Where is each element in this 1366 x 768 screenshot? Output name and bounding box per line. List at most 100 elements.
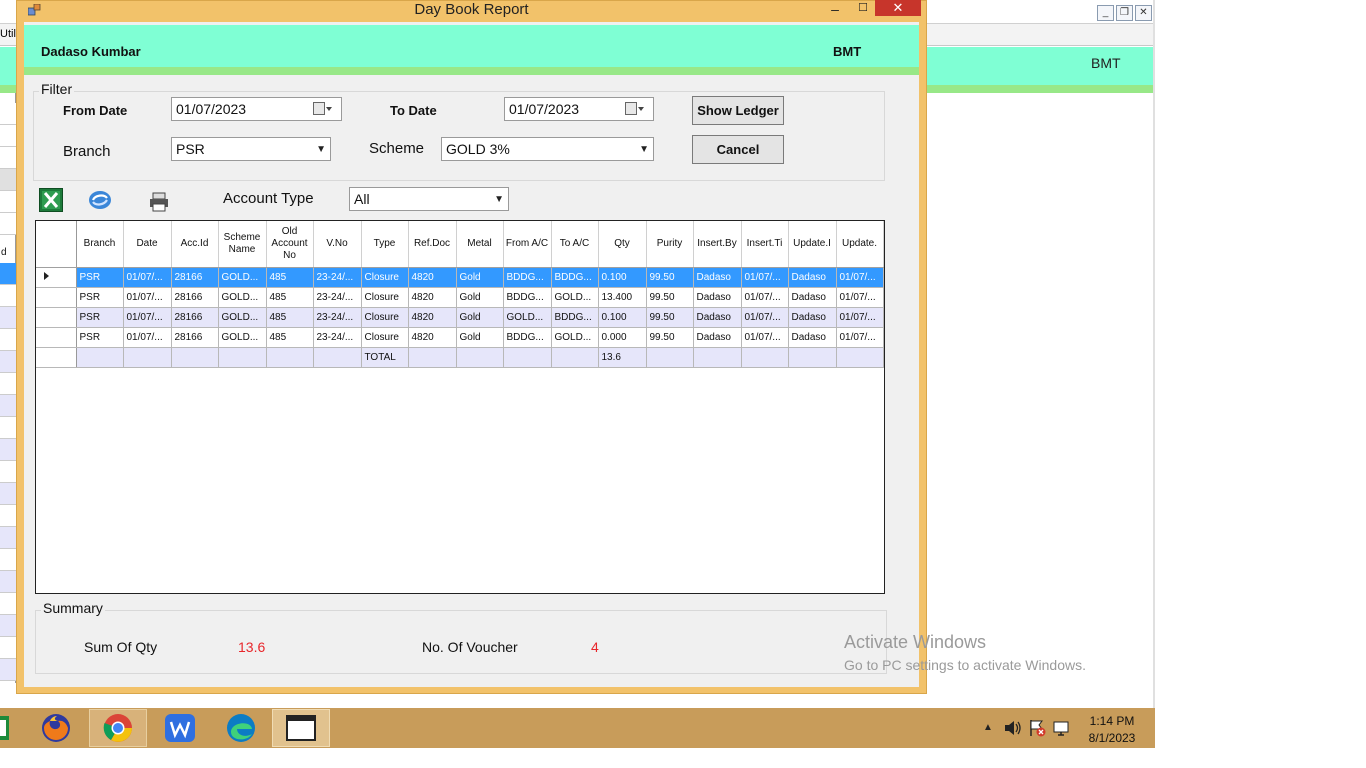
column-header[interactable]: Purity xyxy=(646,221,694,268)
table-cell[interactable]: 01/07/... xyxy=(123,267,172,288)
column-header[interactable]: Scheme Name xyxy=(218,221,267,268)
table-cell[interactable]: 4820 xyxy=(408,267,457,288)
row-header-corner[interactable] xyxy=(36,221,77,268)
column-header[interactable]: To A/C xyxy=(551,221,599,268)
table-cell[interactable]: Dadaso xyxy=(788,287,837,308)
table-cell[interactable]: GOLD... xyxy=(218,307,267,328)
network-icon[interactable] xyxy=(1052,719,1070,737)
branch-select[interactable]: PSR ▼ xyxy=(171,137,331,161)
column-header[interactable]: Update. xyxy=(836,221,884,268)
table-cell[interactable]: 4820 xyxy=(408,327,457,348)
table-cell[interactable]: Gold xyxy=(456,327,504,348)
table-cell[interactable]: 0.000 xyxy=(598,327,647,348)
wps-writer-icon[interactable] xyxy=(164,713,196,743)
column-header[interactable]: Branch xyxy=(76,221,124,268)
table-cell[interactable]: 01/07/... xyxy=(836,307,884,328)
cancel-button[interactable]: Cancel xyxy=(692,135,784,164)
bg-restore-button[interactable]: ❐ xyxy=(1116,5,1133,21)
minimize-button[interactable]: ‒ xyxy=(823,1,847,17)
table-cell[interactable]: 01/07/... xyxy=(123,287,172,308)
table-row[interactable]: PSR 01/07/... 28166 GOLD... 485 23-24/..… xyxy=(36,287,884,308)
chrome-icon[interactable] xyxy=(102,712,134,744)
table-cell[interactable]: PSR xyxy=(76,307,124,328)
calendar-icon[interactable] xyxy=(625,102,644,115)
row-selector[interactable] xyxy=(36,267,77,288)
edge-icon[interactable] xyxy=(225,712,257,744)
table-cell[interactable]: 01/07/... xyxy=(741,287,789,308)
column-header[interactable]: From A/C xyxy=(503,221,552,268)
table-cell[interactable]: 485 xyxy=(266,327,314,348)
show-ledger-button[interactable]: Show Ledger xyxy=(692,96,784,125)
table-cell[interactable]: 01/07/... xyxy=(741,267,789,288)
excel-export-icon[interactable] xyxy=(39,188,63,212)
firefox-icon[interactable] xyxy=(40,712,72,744)
table-cell[interactable]: Gold xyxy=(456,267,504,288)
table-row[interactable]: PSR 01/07/... 28166 GOLD... 485 23-24/..… xyxy=(36,267,884,288)
table-cell[interactable]: 01/07/... xyxy=(836,327,884,348)
table-cell[interactable]: 28166 xyxy=(171,287,219,308)
table-cell[interactable]: Closure xyxy=(361,267,409,288)
column-header[interactable]: Insert.Ti xyxy=(741,221,789,268)
table-cell[interactable]: GOLD... xyxy=(218,327,267,348)
table-cell[interactable]: 0.100 xyxy=(598,307,647,328)
column-header[interactable]: Type xyxy=(361,221,409,268)
table-cell[interactable]: 4820 xyxy=(408,307,457,328)
table-cell[interactable]: Dadaso xyxy=(693,287,742,308)
table-cell[interactable]: 99.50 xyxy=(646,327,694,348)
column-header[interactable]: Update.I xyxy=(788,221,837,268)
table-cell[interactable]: 23-24/... xyxy=(313,327,362,348)
table-cell[interactable]: Closure xyxy=(361,287,409,308)
bg-close-button[interactable]: ✕ xyxy=(1135,5,1152,21)
spreadsheet-icon[interactable] xyxy=(0,714,10,742)
table-cell[interactable]: PSR xyxy=(76,327,124,348)
table-cell[interactable]: Gold xyxy=(456,307,504,328)
table-cell[interactable]: GOLD... xyxy=(551,327,599,348)
maximize-button[interactable]: ☐ xyxy=(851,1,875,17)
tray-clock-time[interactable]: 1:14 PM xyxy=(1081,714,1143,728)
window-app-icon[interactable] xyxy=(286,715,316,741)
column-header[interactable]: Qty xyxy=(598,221,647,268)
table-cell[interactable]: Gold xyxy=(456,287,504,308)
column-header[interactable]: V.No xyxy=(313,221,362,268)
column-header[interactable]: Metal xyxy=(456,221,504,268)
print-icon[interactable] xyxy=(147,190,171,214)
table-cell[interactable]: GOLD... xyxy=(503,307,552,328)
table-cell[interactable]: 01/07/... xyxy=(741,327,789,348)
calendar-icon[interactable] xyxy=(313,102,332,115)
table-cell[interactable]: 485 xyxy=(266,287,314,308)
table-cell[interactable]: 01/07/... xyxy=(836,287,884,308)
day-book-grid[interactable]: Branch Date Acc.Id Scheme Name Old Accou… xyxy=(35,220,885,594)
row-selector[interactable] xyxy=(36,327,77,348)
table-cell[interactable]: 01/07/... xyxy=(741,307,789,328)
table-cell[interactable]: BDDG... xyxy=(551,307,599,328)
to-date-picker[interactable]: 01/07/2023 xyxy=(504,97,654,121)
from-date-picker[interactable]: 01/07/2023 xyxy=(171,97,342,121)
table-cell[interactable]: BDDG... xyxy=(551,267,599,288)
table-cell[interactable]: PSR xyxy=(76,267,124,288)
table-cell[interactable]: BDDG... xyxy=(503,267,552,288)
scheme-select[interactable]: GOLD 3% ▼ xyxy=(441,137,654,161)
table-cell[interactable]: 23-24/... xyxy=(313,307,362,328)
table-cell[interactable]: BDDG... xyxy=(503,287,552,308)
table-cell[interactable]: 23-24/... xyxy=(313,287,362,308)
table-cell[interactable]: GOLD... xyxy=(218,287,267,308)
table-cell[interactable]: GOLD... xyxy=(218,267,267,288)
table-cell[interactable]: 01/07/... xyxy=(836,267,884,288)
column-header[interactable]: Ref.Doc xyxy=(408,221,457,268)
table-cell[interactable]: 0.100 xyxy=(598,267,647,288)
table-cell[interactable]: Dadaso xyxy=(693,267,742,288)
table-cell[interactable]: BDDG... xyxy=(503,327,552,348)
table-cell[interactable]: Dadaso xyxy=(788,267,837,288)
table-cell[interactable]: Dadaso xyxy=(788,307,837,328)
volume-icon[interactable] xyxy=(1004,720,1022,736)
table-cell[interactable]: 99.50 xyxy=(646,287,694,308)
tray-chevron-up-icon[interactable]: ▲ xyxy=(983,722,993,733)
table-cell[interactable]: 01/07/... xyxy=(123,307,172,328)
table-cell[interactable]: 485 xyxy=(266,307,314,328)
table-cell[interactable]: 13.400 xyxy=(598,287,647,308)
table-cell[interactable]: 28166 xyxy=(171,327,219,348)
table-cell[interactable]: 01/07/... xyxy=(123,327,172,348)
table-cell[interactable]: 28166 xyxy=(171,267,219,288)
table-cell[interactable]: 23-24/... xyxy=(313,267,362,288)
table-row[interactable]: PSR 01/07/... 28166 GOLD... 485 23-24/..… xyxy=(36,307,884,328)
